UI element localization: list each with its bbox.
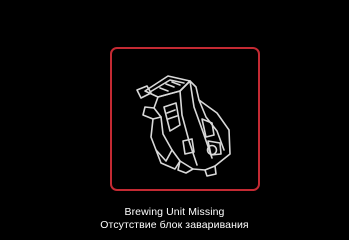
alert-frame (110, 47, 260, 191)
alert-message-russian: Отсутствие блок заваривания (100, 219, 249, 231)
machine-display: Brewing Unit Missing Отсутствие блок зав… (0, 0, 349, 240)
alert-message-english: Brewing Unit Missing (124, 206, 225, 218)
brewing-unit-icon (120, 57, 250, 181)
